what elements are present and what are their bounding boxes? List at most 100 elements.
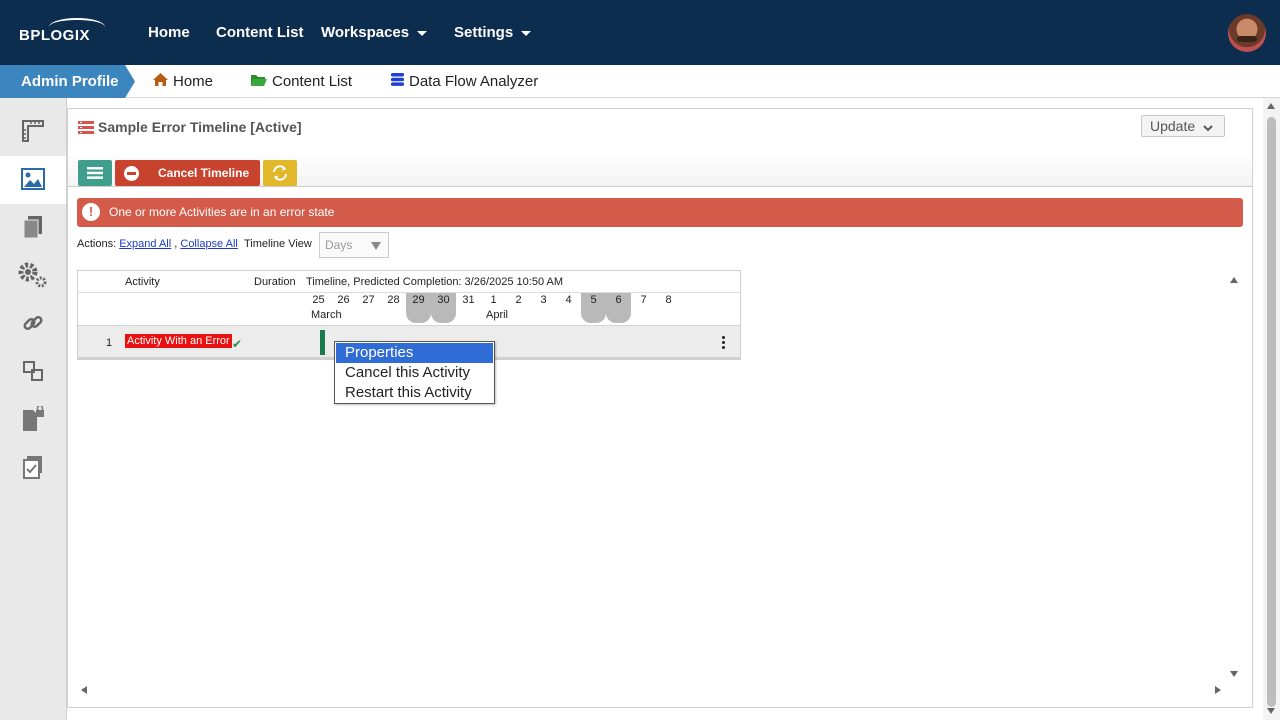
- checklist-icon: [22, 455, 44, 482]
- timeline-view-select[interactable]: Days: [319, 232, 389, 258]
- sidebar-item-documents[interactable]: [0, 204, 66, 252]
- header-activity: Activity: [125, 276, 160, 288]
- activity-context-menu: Properties Cancel this Activity Restart th…: [334, 341, 495, 404]
- minus-circle-icon: [124, 166, 139, 181]
- breadcrumb-data-flow-analyzer[interactable]: Data Flow Analyzer: [390, 65, 538, 98]
- image-icon: [21, 167, 45, 193]
- timeline-day: 30: [431, 293, 456, 323]
- context-menu-item[interactable]: Properties: [336, 343, 493, 363]
- sidebar-item-tasks[interactable]: [0, 444, 66, 492]
- sidebar-item-settings[interactable]: [0, 252, 66, 300]
- nav-home[interactable]: Home: [148, 24, 190, 41]
- collapse-all-link[interactable]: Collapse All: [180, 238, 237, 250]
- row-number: 1: [106, 337, 113, 349]
- left-sidebar: [0, 98, 67, 720]
- timeline-day: 3: [540, 294, 547, 306]
- cancel-timeline-label: Cancel Timeline: [158, 166, 250, 180]
- update-button-label: Update: [1150, 118, 1196, 134]
- page-title: Sample Error Timeline [Active]: [98, 119, 302, 135]
- dot: [722, 346, 725, 349]
- folder-open-icon: [250, 66, 268, 99]
- timeline-day: 2: [515, 294, 522, 306]
- grid-header-row: Activity Duration Timeline, Predicted Co…: [78, 271, 740, 293]
- exclamation-icon: !: [82, 203, 100, 221]
- sidebar-item-links[interactable]: [0, 300, 66, 348]
- scrollbar-thumb[interactable]: [1267, 117, 1276, 707]
- bp-logix-logo[interactable]: BPLOGIX: [19, 18, 109, 47]
- update-button[interactable]: Update: [1141, 115, 1225, 137]
- admin-profile-tab[interactable]: Admin Profile: [0, 65, 135, 98]
- home-icon: [152, 66, 169, 99]
- user-avatar[interactable]: [1228, 14, 1266, 52]
- dot: [722, 336, 725, 339]
- breadcrumb-home[interactable]: Home: [152, 65, 213, 98]
- timeline-day: 27: [362, 294, 375, 306]
- error-alert-banner: ! One or more Activities are in an error…: [77, 198, 1243, 227]
- breadcrumb-content-list-label: Content List: [272, 73, 353, 90]
- chevron-down-icon: [521, 30, 532, 36]
- sidebar-item-transfer[interactable]: [0, 348, 66, 396]
- nav-workspaces-label: Workspaces: [321, 24, 410, 41]
- scroll-up-icon[interactable]: [1230, 277, 1238, 283]
- gears-icon: [17, 261, 49, 292]
- timeline-view-value: Days: [325, 238, 353, 252]
- timeline-day: 31: [462, 294, 475, 306]
- timeline-day: 5: [581, 293, 606, 323]
- sidebar-item-images[interactable]: [0, 156, 66, 204]
- locked-document-icon: [21, 404, 45, 435]
- timeline-day: 29: [406, 293, 431, 323]
- context-menu-item[interactable]: Cancel this Activity: [335, 363, 494, 383]
- top-navigation-bar: BPLOGIX Home Content List Workspaces Set…: [0, 0, 1280, 65]
- timeline-bar[interactable]: [320, 330, 325, 355]
- context-menu-item[interactable]: Restart this Activity: [335, 383, 494, 403]
- scroll-left-icon[interactable]: [81, 686, 87, 694]
- logo-text: BPLOGIX: [19, 27, 91, 44]
- documents-icon: [22, 215, 44, 242]
- sidebar-item-secure-documents[interactable]: [0, 396, 66, 444]
- sidebar-item-forms[interactable]: [0, 108, 66, 156]
- timeline-menu-button[interactable]: [78, 160, 112, 186]
- timeline-day: 4: [565, 294, 572, 306]
- activity-name-error[interactable]: Activity With an Error: [125, 334, 232, 348]
- breadcrumb-content-list[interactable]: Content List: [250, 65, 352, 98]
- nav-settings[interactable]: Settings: [454, 24, 532, 41]
- timeline-panel: Sample Error Timeline [Active] Update Ca…: [67, 108, 1253, 708]
- timeline-icon: [78, 121, 94, 137]
- chevron-down-icon: [1202, 119, 1214, 139]
- scroll-right-icon[interactable]: [1215, 686, 1221, 694]
- link-icon: [22, 312, 44, 337]
- timeline-toolbar: Cancel Timeline: [68, 151, 1252, 187]
- scroll-up-icon[interactable]: [1267, 103, 1275, 109]
- breadcrumb-home-label: Home: [173, 73, 214, 90]
- dropdown-arrow-icon: [371, 242, 381, 250]
- timeline-day: 7: [640, 294, 647, 306]
- page-scrollbar[interactable]: [1263, 98, 1280, 720]
- header-timeline: Timeline, Predicted Completion: 3/26/202…: [306, 276, 564, 288]
- timeline-day: 26: [337, 294, 350, 306]
- breadcrumb-data-flow-analyzer-label: Data Flow Analyzer: [409, 73, 539, 90]
- scroll-down-icon[interactable]: [1230, 671, 1238, 677]
- header-duration: Duration: [254, 276, 296, 288]
- timeline-day: 1: [490, 294, 497, 306]
- nav-settings-label: Settings: [454, 24, 514, 41]
- timeline-day: 28: [387, 294, 400, 306]
- row-menu-icon[interactable]: [722, 336, 726, 350]
- cancel-timeline-button[interactable]: Cancel Timeline: [115, 160, 260, 186]
- timeline-day: 25: [312, 294, 325, 306]
- check-icon: ✔: [232, 337, 243, 351]
- actions-label: Actions:: [77, 238, 117, 250]
- refresh-icon: [271, 164, 289, 185]
- ruler-icon: [21, 119, 45, 146]
- nav-content-list[interactable]: Content List: [216, 24, 304, 41]
- database-icon: [390, 66, 405, 99]
- expand-all-link[interactable]: Expand All: [119, 238, 171, 250]
- dot: [722, 341, 725, 344]
- chevron-down-icon: [417, 30, 428, 36]
- actions-separator: ,: [174, 238, 178, 250]
- error-alert-text: One or more Activities are in an error s…: [109, 205, 335, 219]
- transfer-icon: [23, 360, 43, 384]
- nav-workspaces[interactable]: Workspaces: [321, 24, 428, 41]
- refresh-button[interactable]: [263, 160, 297, 186]
- timeline-days-row: March April 25 26 27 28 29 30 31 1 2 3 4 5 6 7 8: [78, 293, 740, 325]
- scroll-down-icon[interactable]: [1267, 708, 1275, 714]
